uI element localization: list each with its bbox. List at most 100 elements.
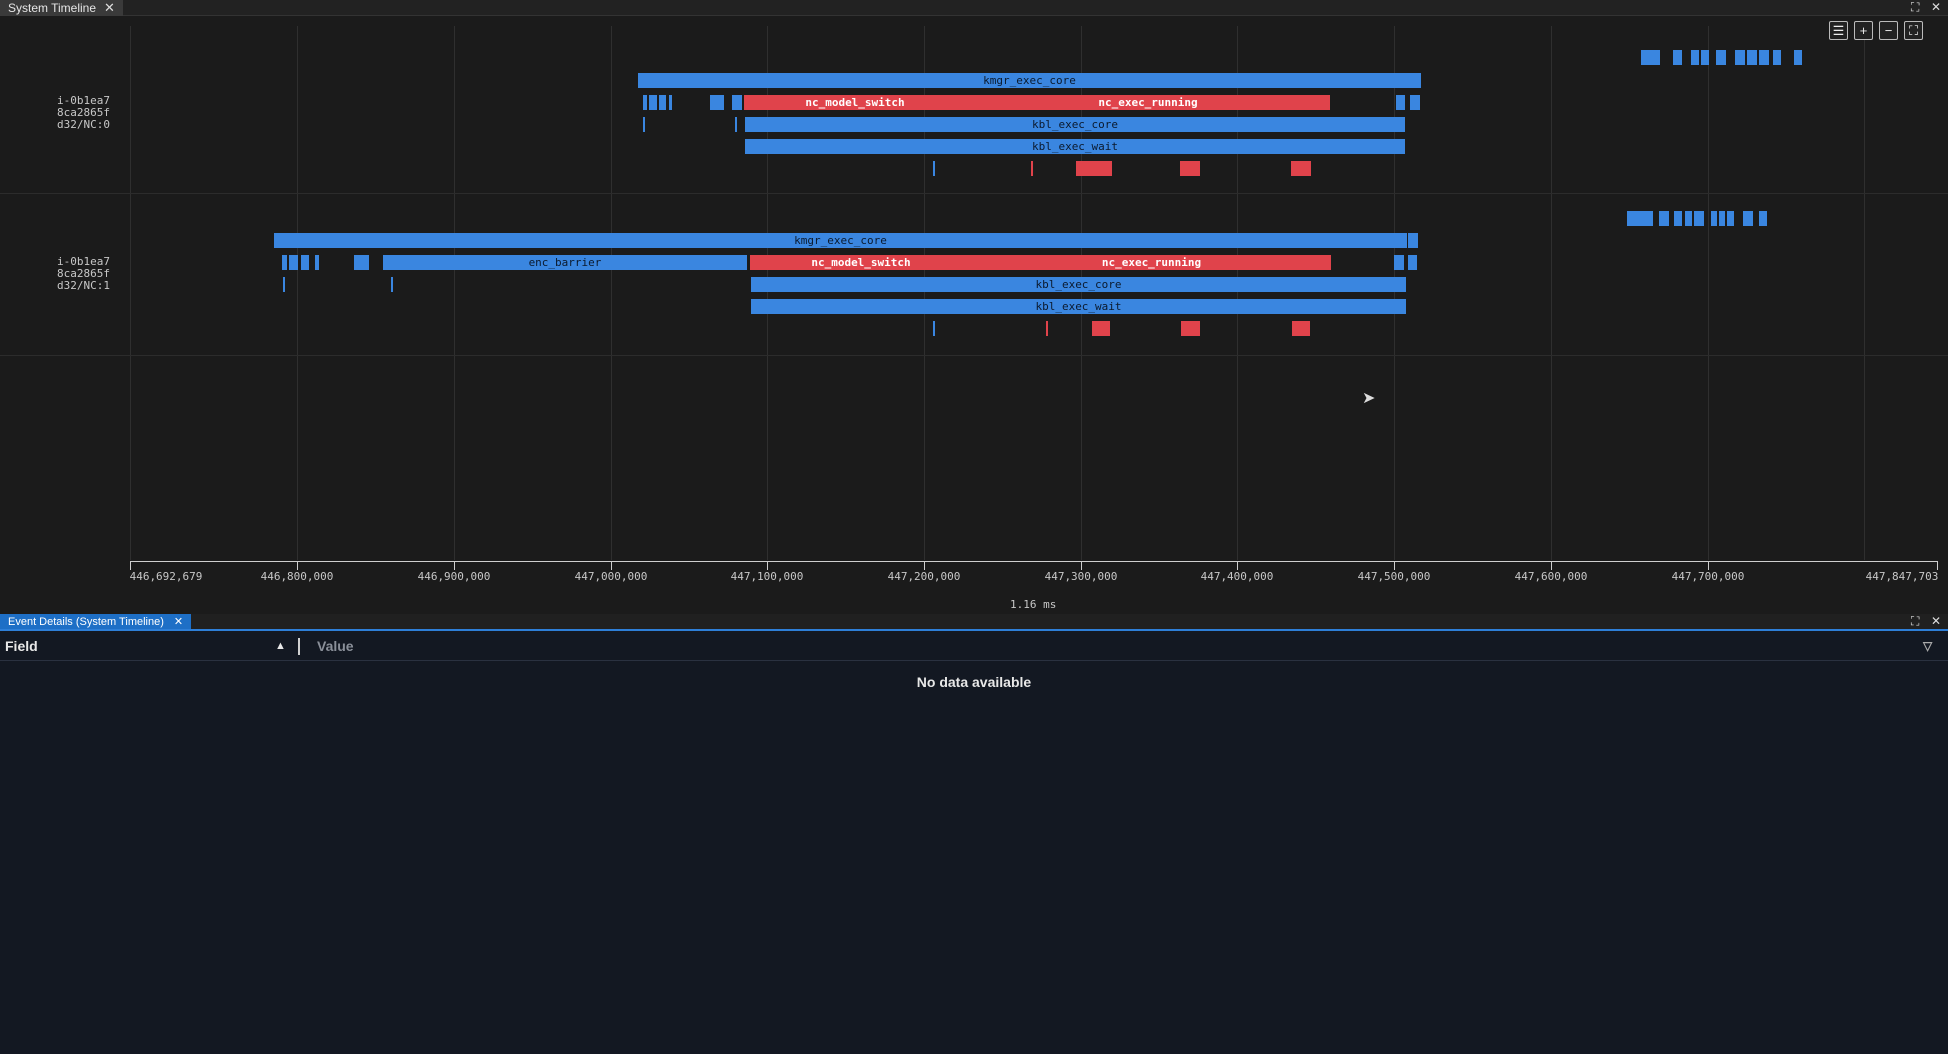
event-bar[interactable] [1743, 211, 1753, 226]
list-icon[interactable]: ☰ [1829, 21, 1848, 40]
event-bar[interactable] [1396, 95, 1405, 110]
event-bar-kbl-exec-core[interactable]: kbl_exec_core [751, 277, 1406, 292]
app-window: System Timeline ✕ ⛶ ✕ ☰ + − ⛶ i-0b1ea7 8… [0, 0, 1948, 1054]
axis-label: 446,800,000 [260, 570, 334, 583]
timeline-canvas[interactable]: ☰ + − ⛶ i-0b1ea7 8ca2865f d32/NC:0 kmgr_… [0, 16, 1948, 614]
event-bar[interactable] [1673, 50, 1682, 65]
event-bar[interactable] [1659, 211, 1669, 226]
event-bar-kmgr-exec-core[interactable]: kmgr_exec_core [638, 73, 1421, 88]
event-tick[interactable] [391, 277, 393, 292]
event-bar-nc-exec-running[interactable]: nc_exec_running [966, 95, 1330, 110]
filter-icon[interactable]: ▽ [1923, 639, 1932, 653]
event-tick[interactable] [1046, 321, 1048, 336]
timeline-tabbar: System Timeline ✕ ⛶ ✕ [0, 0, 1948, 16]
event-bar[interactable] [732, 95, 742, 110]
event-bar[interactable] [1719, 211, 1725, 226]
event-bar[interactable] [1641, 50, 1660, 65]
event-bar-nc-model-switch[interactable]: nc_model_switch [744, 95, 966, 110]
event-bar[interactable] [1291, 161, 1311, 176]
event-bar[interactable] [354, 255, 369, 270]
column-divider[interactable] [298, 638, 300, 655]
event-bar[interactable] [1408, 233, 1418, 248]
value-column-header[interactable]: Value [317, 638, 354, 654]
time-axis [130, 561, 1938, 562]
close-icon[interactable]: ✕ [174, 615, 183, 628]
timeline-toolbar: ☰ + − ⛶ [1829, 21, 1923, 40]
event-tick[interactable] [735, 117, 737, 132]
details-tabbar: Event Details (System Timeline) ✕ ⛶ ✕ [0, 614, 1948, 631]
axis-tick [297, 561, 298, 570]
event-bar[interactable] [1181, 321, 1200, 336]
event-bar[interactable] [1759, 211, 1767, 226]
row-label-line: d32/NC:1 [57, 279, 110, 292]
axis-label: 447,100,000 [730, 570, 804, 583]
event-bar[interactable] [1727, 211, 1734, 226]
row-label-line: d32/NC:0 [57, 118, 110, 131]
close-icon[interactable]: ✕ [1931, 0, 1941, 14]
event-bar-kbl-exec-core[interactable]: kbl_exec_core [745, 117, 1405, 132]
event-bar-nc-model-switch[interactable]: nc_model_switch [750, 255, 972, 270]
event-bar[interactable] [1092, 321, 1110, 336]
event-bar[interactable] [1691, 50, 1699, 65]
event-tick[interactable] [933, 161, 935, 176]
event-bar[interactable] [1410, 95, 1420, 110]
row-label-nc0: i-0b1ea7 8ca2865f d32/NC:0 [30, 95, 110, 131]
fit-icon[interactable]: ⛶ [1904, 21, 1923, 40]
close-icon[interactable]: ✕ [104, 0, 115, 16]
event-bar-kbl-exec-wait[interactable]: kbl_exec_wait [751, 299, 1406, 314]
event-bar[interactable] [1292, 321, 1310, 336]
event-tick[interactable] [643, 117, 645, 132]
event-bar[interactable] [1685, 211, 1692, 226]
event-bar[interactable] [1747, 50, 1757, 65]
sort-asc-icon[interactable]: ▲ [275, 640, 286, 652]
event-bar[interactable] [1408, 255, 1417, 270]
close-icon[interactable]: ✕ [1931, 614, 1941, 628]
event-bar[interactable] [1180, 161, 1200, 176]
maximize-icon[interactable]: ⛶ [1911, 0, 1919, 14]
event-bar[interactable] [669, 95, 672, 110]
event-bar-kbl-exec-wait[interactable]: kbl_exec_wait [745, 139, 1405, 154]
event-bar[interactable] [1759, 50, 1769, 65]
field-column-header[interactable]: Field [5, 638, 38, 654]
event-bar[interactable] [282, 255, 287, 270]
grid-line [130, 26, 131, 560]
event-bar[interactable] [1735, 50, 1745, 65]
minus-icon[interactable]: − [1879, 21, 1898, 40]
event-bar[interactable] [1394, 255, 1404, 270]
event-bar[interactable] [1716, 50, 1726, 65]
event-bar[interactable] [301, 255, 309, 270]
event-bar-nc-exec-running[interactable]: nc_exec_running [972, 255, 1331, 270]
axis-label: 447,600,000 [1514, 570, 1588, 583]
tab-label: Event Details (System Timeline) [8, 615, 164, 628]
event-bar[interactable] [1627, 211, 1653, 226]
event-bar[interactable] [1701, 50, 1709, 65]
event-bar[interactable] [649, 95, 657, 110]
plus-icon[interactable]: + [1854, 21, 1873, 40]
grid-line [1864, 26, 1865, 560]
axis-tick [130, 561, 131, 570]
event-bar[interactable] [1674, 211, 1682, 226]
event-bar[interactable] [1711, 211, 1717, 226]
event-bar-kmgr-exec-core[interactable]: kmgr_exec_core [274, 233, 1407, 248]
axis-tick [454, 561, 455, 570]
event-tick[interactable] [933, 321, 935, 336]
event-bar-enc-barrier[interactable]: enc_barrier [383, 255, 747, 270]
event-tick[interactable] [1031, 161, 1033, 176]
tab-system-timeline[interactable]: System Timeline ✕ [0, 0, 123, 16]
event-bar[interactable] [1794, 50, 1802, 65]
event-bar[interactable] [710, 95, 724, 110]
axis-tick [611, 561, 612, 570]
axis-label: 447,400,000 [1200, 570, 1274, 583]
event-bar[interactable] [643, 95, 647, 110]
event-bar[interactable] [315, 255, 319, 270]
axis-tick [1937, 561, 1938, 570]
event-bar[interactable] [1076, 161, 1112, 176]
maximize-icon[interactable]: ⛶ [1911, 614, 1919, 628]
event-bar[interactable] [1694, 211, 1704, 226]
tab-event-details[interactable]: Event Details (System Timeline) ✕ [0, 614, 192, 629]
event-bar[interactable] [659, 95, 666, 110]
event-tick[interactable] [283, 277, 285, 292]
grid-line [1394, 26, 1395, 560]
event-bar[interactable] [1773, 50, 1781, 65]
event-bar[interactable] [289, 255, 298, 270]
